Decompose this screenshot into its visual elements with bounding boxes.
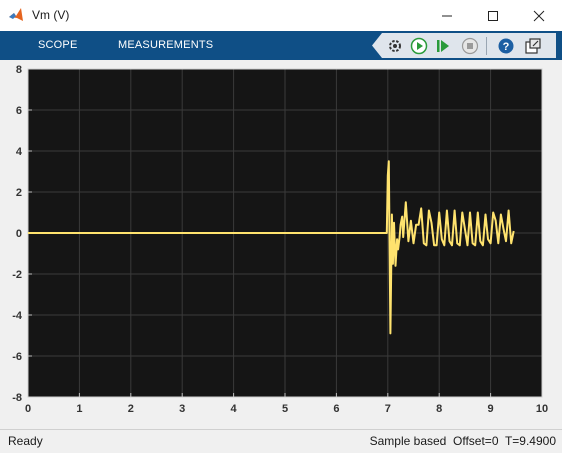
status-offset: Offset=0 <box>453 434 499 448</box>
x-tick-label: 9 <box>488 403 494 415</box>
scope-display[interactable]: 0 1 2 3 4 5 6 7 8 9 10 8 6 4 2 0 -2 -4 -6 -8 <box>0 60 562 429</box>
window-title: Vm (V) <box>32 8 70 22</box>
matlab-logo-icon <box>9 8 23 21</box>
status-time: T=9.4900 <box>504 434 556 448</box>
y-tick-label: 8 <box>16 64 22 76</box>
settings-icon <box>389 40 401 52</box>
close-icon <box>533 10 545 21</box>
maximize-icon <box>488 10 498 21</box>
y-tick-label: 0 <box>16 228 22 240</box>
svg-text:?: ? <box>503 41 510 53</box>
y-tick-label: 2 <box>16 187 22 199</box>
status-ready: Ready <box>8 434 43 448</box>
status-info: Sample based Offset=0 T=9.4900 <box>370 434 556 448</box>
help-button[interactable]: ? <box>495 35 517 57</box>
step-forward-icon <box>437 40 449 52</box>
title-bar: Vm (V) <box>0 0 562 32</box>
stop-button[interactable] <box>459 35 481 57</box>
x-tick-label: 0 <box>25 403 31 415</box>
help-icon: ? <box>498 38 514 54</box>
close-button[interactable] <box>516 0 562 31</box>
run-icon <box>410 37 428 55</box>
scope-plot[interactable]: 0 1 2 3 4 5 6 7 8 9 10 8 6 4 2 0 -2 -4 -6 -8 <box>0 60 562 429</box>
stop-icon <box>461 37 479 55</box>
toolbar-separator <box>486 37 487 55</box>
x-tick-label: 6 <box>333 403 339 415</box>
y-tick-label: -4 <box>12 310 23 322</box>
maximize-button[interactable] <box>470 0 516 31</box>
step-forward-button[interactable] <box>432 35 454 57</box>
y-tick-label: -6 <box>12 351 22 363</box>
x-tick-label: 2 <box>128 403 134 415</box>
status-mode: Sample based <box>369 434 447 448</box>
tab-scope[interactable]: SCOPE <box>38 39 78 51</box>
status-bar: Ready Sample based Offset=0 T=9.4900 <box>0 429 562 453</box>
undock-button[interactable] <box>522 35 544 57</box>
undock-icon <box>525 38 541 54</box>
y-tick-label: -8 <box>12 392 22 404</box>
y-tick-label: -2 <box>12 269 22 281</box>
tab-measurements[interactable]: MEASUREMENTS <box>118 39 213 51</box>
x-tick-label: 5 <box>282 403 288 415</box>
minimize-button[interactable] <box>424 0 470 31</box>
x-tick-label: 4 <box>231 403 238 415</box>
x-tick-label: 1 <box>76 403 82 415</box>
x-tick-label: 3 <box>179 403 185 415</box>
minimize-icon <box>442 15 452 16</box>
run-button[interactable] <box>408 35 430 57</box>
y-tick-label: 6 <box>16 105 22 117</box>
settings-button[interactable] <box>384 35 406 57</box>
x-tick-label: 10 <box>536 403 548 415</box>
y-tick-label: 4 <box>16 146 23 158</box>
x-tick-label: 7 <box>385 403 391 415</box>
x-tick-label: 8 <box>436 403 442 415</box>
